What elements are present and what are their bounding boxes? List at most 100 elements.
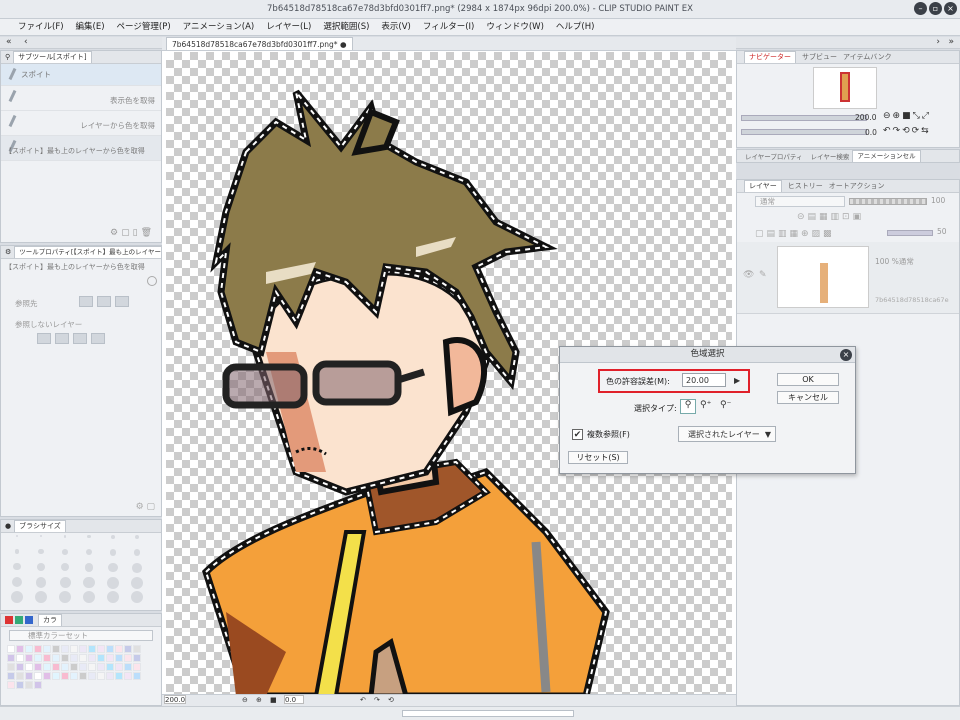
navigator-zoom-tools[interactable]: ⊖⊕■⤡⤢ — [883, 111, 931, 121]
color-swatch[interactable] — [79, 654, 87, 662]
color-swatch[interactable] — [16, 663, 24, 671]
tab-auto-action[interactable]: オートアクション — [829, 181, 885, 191]
search-icon[interactable] — [147, 276, 157, 286]
tab-item-bank[interactable]: アイテムバンク — [843, 52, 892, 62]
tab-color[interactable]: カラ — [38, 614, 62, 626]
rotate-slider[interactable] — [741, 129, 867, 135]
brush-size-item[interactable] — [77, 549, 101, 563]
color-swatch[interactable] — [97, 663, 105, 671]
tab-layer[interactable]: レイヤー — [744, 180, 782, 192]
color-swatch[interactable] — [25, 681, 33, 689]
color-slider-icon[interactable] — [15, 616, 23, 624]
brush-size-item[interactable] — [77, 577, 101, 591]
brush-size-item[interactable] — [53, 577, 77, 591]
layer-option-icons[interactable]: ⊝▤▦▥⊡▣ — [797, 212, 864, 222]
tab-subtool[interactable]: サブツール[スポイト] — [13, 51, 92, 63]
brush-size-item[interactable] — [29, 535, 53, 549]
maximize-button[interactable]: ▫ — [929, 2, 942, 15]
color-swatch[interactable] — [7, 672, 15, 680]
color-swatch[interactable] — [25, 672, 33, 680]
select-type-new-icon[interactable]: ⚲ — [680, 399, 696, 414]
menu-window[interactable]: ウィンドウ(W) — [480, 19, 550, 35]
tab-layer-search[interactable]: レイヤー検索 — [811, 151, 850, 161]
brush-size-item[interactable] — [101, 591, 125, 605]
color-swatch[interactable] — [88, 654, 96, 662]
brush-size-item[interactable] — [5, 535, 29, 549]
color-swatch[interactable] — [97, 645, 105, 653]
color-set-icon[interactable] — [25, 616, 33, 624]
menu-help[interactable]: ヘルプ(H) — [550, 19, 601, 35]
brush-size-item[interactable] — [77, 535, 101, 549]
menu-file[interactable]: ファイル(F) — [12, 19, 70, 35]
settings-icon[interactable]: ⚙ ▢ — [136, 502, 155, 512]
color-swatch[interactable] — [16, 672, 24, 680]
layer-tool-icons[interactable]: ▢▤▥▦⊕▨▩ — [755, 229, 835, 239]
color-swatch[interactable] — [16, 645, 24, 653]
brush-size-item[interactable] — [53, 549, 77, 563]
color-swatch[interactable] — [115, 645, 123, 653]
zoom-slider[interactable] — [741, 115, 867, 121]
color-swatch[interactable] — [115, 672, 123, 680]
subtool-item[interactable]: レイヤーから色を取得 — [1, 111, 161, 136]
visibility-eye-icon[interactable]: 👁 — [743, 270, 754, 280]
brush-size-item[interactable] — [53, 563, 77, 577]
ref-layer-icon[interactable] — [79, 296, 93, 307]
navigator-rotate-tools[interactable]: ↶↷⟲⟳⇆ — [883, 126, 931, 136]
subtool-item[interactable]: 【スポイト】最も上のレイヤーから色を取得 — [1, 136, 161, 161]
chevron-left-icon[interactable]: ‹ — [24, 37, 28, 47]
close-button[interactable]: × — [944, 2, 957, 15]
minimize-button[interactable]: – — [914, 2, 927, 15]
color-swatch[interactable] — [124, 654, 132, 662]
brush-size-item[interactable] — [125, 535, 149, 549]
fit-icon[interactable]: ■ — [270, 695, 277, 706]
navigator-preview[interactable] — [813, 67, 877, 109]
color-swatch[interactable] — [79, 645, 87, 653]
document-tab[interactable]: 7b64518d78518ca67e78d3bfd0301ff7.png* ● — [166, 37, 353, 50]
color-swatch[interactable] — [106, 645, 114, 653]
menu-page[interactable]: ページ管理(P) — [111, 19, 177, 35]
color-swatch[interactable] — [7, 645, 15, 653]
opacity-slider[interactable] — [849, 198, 927, 205]
collapse-left-icon[interactable]: « — [6, 37, 12, 47]
brush-size-item[interactable] — [53, 535, 77, 549]
brush-size-item[interactable] — [101, 549, 125, 563]
color-swatch[interactable] — [34, 654, 42, 662]
brush-size-item[interactable] — [5, 577, 29, 591]
exclude-layer-icon[interactable] — [73, 333, 87, 344]
select-type-subtract-icon[interactable]: ⚲⁻ — [720, 400, 731, 410]
color-swatch[interactable] — [133, 645, 141, 653]
cancel-button[interactable]: キャンセル — [777, 391, 839, 404]
color-swatch[interactable] — [115, 654, 123, 662]
color-swatch[interactable] — [61, 663, 69, 671]
color-swatch[interactable] — [25, 663, 33, 671]
brush-size-item[interactable] — [125, 577, 149, 591]
color-swatch[interactable] — [7, 681, 15, 689]
brush-size-item[interactable] — [101, 563, 125, 577]
ref-layer-dropdown[interactable]: 選択されたレイヤー ▼ — [678, 426, 776, 442]
color-set-dropdown[interactable]: 標準カラーセット — [9, 630, 153, 641]
zoom-out-icon[interactable]: ⊖ — [242, 695, 248, 706]
tab-history[interactable]: ヒストリー — [788, 181, 823, 191]
horizontal-scrollbar[interactable] — [0, 706, 960, 720]
zoom-value[interactable]: 200.0 — [164, 695, 186, 704]
color-swatch[interactable] — [97, 654, 105, 662]
sub-opacity-value[interactable]: 50 — [937, 227, 947, 236]
brush-size-item[interactable] — [101, 535, 125, 549]
color-swatch[interactable] — [124, 645, 132, 653]
angle-value[interactable]: 0.0 — [284, 695, 304, 704]
brush-size-item[interactable] — [101, 577, 125, 591]
tab-subview[interactable]: サブビュー — [802, 52, 837, 62]
zoom-in-icon[interactable]: ⊕ — [256, 695, 262, 706]
color-swatch[interactable] — [7, 654, 15, 662]
color-wheel-icon[interactable] — [5, 616, 13, 624]
brush-size-item[interactable] — [77, 563, 101, 577]
color-swatch[interactable] — [124, 672, 132, 680]
brush-size-item[interactable] — [5, 563, 29, 577]
select-type-add-icon[interactable]: ⚲⁺ — [700, 400, 711, 410]
tab-tool-property[interactable]: ツールプロパティ[【スポイト】最も上のレイヤー — [14, 246, 161, 258]
color-swatch[interactable] — [25, 645, 33, 653]
color-swatch[interactable] — [43, 672, 51, 680]
brush-size-item[interactable] — [29, 563, 53, 577]
brush-size-item[interactable] — [29, 549, 53, 563]
color-swatch[interactable] — [115, 663, 123, 671]
